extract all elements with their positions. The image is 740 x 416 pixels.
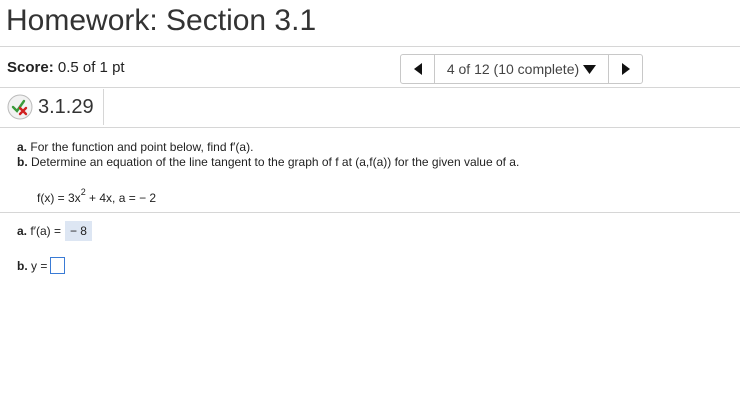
score-display: Score: 0.5 of 1 pt [7,59,125,76]
answer-b-label: b. [17,258,28,273]
question-position: 4 of 12 (10 complete) [446,61,580,77]
function-rest: + 4x, a = − 2 [85,191,157,205]
function-definition: f(x) = 3x2 + 4x, a = − 2 [37,187,157,205]
prompt-part-b: b. Determine an equation of the line tan… [17,155,519,170]
answer-b-input[interactable] [50,257,66,274]
next-question-button[interactable] [608,55,642,83]
answer-a-label: a. [17,224,28,238]
score-label: Score: [7,59,54,76]
question-number: 3.1.29 [38,95,94,118]
prompt-b-label: b. [17,155,28,169]
answer-a-value: − 8 [64,221,92,241]
prompt-part-a: a. For the function and point below, fin… [17,140,519,155]
page-title: Homework: Section 3.1 [6,4,317,37]
function-exponent: 2 [80,187,86,197]
question-navigator: 4 of 12 (10 complete) [400,54,643,84]
triangle-down-icon [583,64,597,74]
prompt-b-text: Determine an equation of the line tangen… [31,155,520,169]
score-value: 0.5 of 1 pt [57,59,125,76]
function-lhs: f(x) = 3x [37,191,81,205]
partial-incorrect-icon [7,94,33,120]
question-divider [0,127,740,128]
prompt-a-text: For the function and point below, find f… [30,140,254,154]
answer-part-a: a. f′(a) = − 8 [17,221,92,241]
header-divider [0,46,740,47]
answer-b-expression: y = [31,258,48,273]
previous-question-button[interactable] [401,55,435,83]
question-list-dropdown[interactable]: 4 of 12 (10 complete) [435,55,608,83]
prompt-a-label: a. [17,140,28,154]
question-header: 3.1.29 [2,89,104,125]
answer-part-b: b. y = [17,257,66,274]
triangle-right-icon [621,63,630,75]
triangle-left-icon [413,63,422,75]
answer-a-expression: f′(a) = [30,224,61,238]
score-divider [0,87,740,88]
answer-divider [0,212,740,213]
question-prompt: a. For the function and point below, fin… [17,140,519,170]
